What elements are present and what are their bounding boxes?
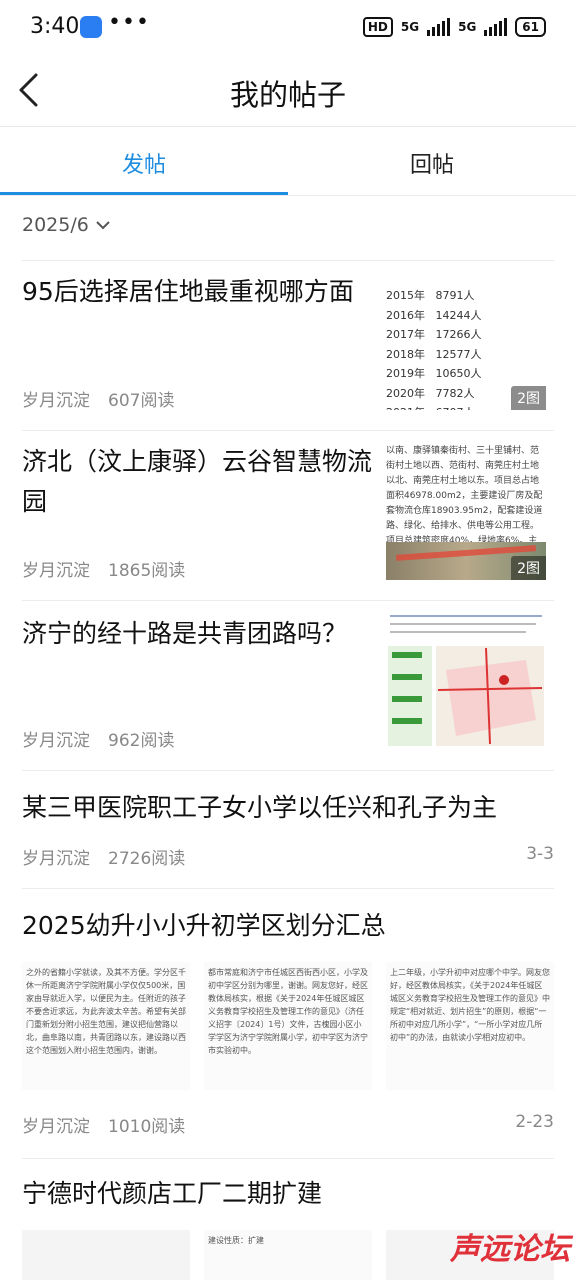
thumbnail-stat-row: 2019年 10650人 [386, 367, 482, 380]
divider [22, 430, 554, 431]
divider [22, 770, 554, 771]
status-time: 3:40 [30, 14, 80, 39]
post-meta: 岁月沉淀 1010阅读 [22, 1112, 185, 1137]
tab-replies[interactable]: 回帖 [288, 147, 576, 179]
post-author: 岁月沉淀 [22, 391, 90, 411]
signal-icon [427, 18, 451, 36]
divider [22, 1158, 554, 1159]
post-reads: 607阅读 [108, 391, 175, 411]
post-reads: 1010阅读 [108, 1117, 186, 1137]
thumbnail-stat-row: 2016年 14244人 [386, 308, 482, 322]
post-title: 某三甲医院职工子女小学以任兴和孔子为主 [22, 793, 498, 822]
battery-icon: 61 [515, 17, 546, 37]
thumbnail-text: 建设性质：扩建 [208, 1236, 264, 1245]
thumbnail-stat-row: 2020年 7782人 [386, 386, 475, 400]
image-count-badge: 2图 [511, 386, 546, 410]
divider [22, 888, 554, 889]
post-author: 岁月沉淀 [22, 561, 90, 581]
post-meta: 岁月沉淀 1865阅读 [22, 556, 185, 581]
post-author: 岁月沉淀 [22, 1117, 90, 1137]
thumbnail-stat-row: 2017年 17266人 [386, 328, 482, 341]
thumbnail-stat-row: 2021年 6707人 [386, 403, 481, 410]
status-bar: 3:40 ••• HD 5G 5G 61 [0, 0, 576, 56]
tab-posts[interactable]: 发帖 [0, 147, 288, 179]
post-title: 济宁的经十路是共青团路吗？ [22, 619, 348, 648]
network-5g-label-2: 5G [458, 20, 477, 34]
post-thumbnail: 以南、康驿镇秦街村、三十里铺村、范街村土地以西、范街村、南莞庄村土地以北、南莞庄… [386, 440, 546, 580]
post-meta: 岁月沉淀 2726阅读 [22, 844, 185, 869]
hd-icon: HD [362, 17, 393, 37]
post-title: 95后选择居住地最重视哪方面 [22, 277, 354, 306]
district-map-image [386, 610, 546, 746]
post-thumbnail: 2015年 8791人 2016年 14244人 2017年 17266人 2018年… [386, 270, 546, 410]
post-author: 岁月沉淀 [22, 731, 90, 751]
signal-icon-2 [484, 18, 508, 36]
post-reads: 2726阅读 [108, 849, 186, 869]
thumbnail-text: 上二年级，小学升初中对应哪个中学。网友您好，经区教体局核实，《关于2024年任城… [390, 968, 550, 1042]
post-title: 宁德时代颜店工厂二期扩建 [22, 1179, 323, 1208]
tab-bar: 发帖 回帖 [0, 127, 576, 195]
thumbnail-text: 都市常庭和济宁市任城区西街西小区，小学及初中学区分别为哪里，谢谢。网友您好，经区… [208, 968, 368, 1055]
divider [22, 600, 554, 601]
post-thumbnail: 上二年级，小学升初中对应哪个中学。网友您好，经区教体局核实，《关于2024年任城… [386, 962, 554, 1090]
post-thumbnail [22, 1230, 190, 1280]
nav-bar: 我的帖子 [0, 56, 576, 127]
image-count-badge: 2图 [511, 556, 546, 580]
thumbnail-text: 之外的省籍小学就读，及其不方便。学分区千休一所距离济宁学院附属小学仅仅500米，… [26, 968, 186, 1055]
month-filter[interactable]: 2025/6 [22, 214, 111, 236]
post-author: 岁月沉淀 [22, 849, 90, 869]
app-notification-icon [80, 16, 102, 38]
post-meta: 岁月沉淀 962阅读 [22, 726, 174, 751]
month-filter-label: 2025/6 [22, 214, 89, 236]
post-reads: 962阅读 [108, 731, 175, 751]
divider [22, 260, 554, 261]
forum-watermark-logo: 声远论坛 [450, 1232, 570, 1267]
post-thumbnail: 建设性质：扩建 [204, 1230, 372, 1280]
post-thumbnail: 之外的省籍小学就读，及其不方便。学分区千休一所距离济宁学院附属小学仅仅500米，… [22, 962, 190, 1090]
post-title: 2025幼升小小升初学区划分汇总 [22, 911, 386, 940]
post-meta: 岁月沉淀 607阅读 [22, 386, 174, 411]
more-notifications-icon: ••• [108, 10, 150, 35]
network-5g-label: 5G [400, 20, 420, 34]
post-thumbnail [386, 610, 546, 750]
thumbnail-stats: 2015年 8791人 2016年 14244人 2017年 17266人 2018年… [386, 286, 481, 410]
thumbnail-stat-row: 2015年 8791人 [386, 289, 475, 302]
post-page-count: 2-23 [515, 1112, 554, 1132]
chevron-down-icon [96, 221, 110, 230]
thumbnail-stat-row: 2018年 12577人 [386, 347, 482, 361]
status-indicators: HD 5G 5G 61 [362, 17, 546, 37]
post-reads: 1865阅读 [108, 561, 186, 581]
post-thumbnail: 都市常庭和济宁市任城区西街西小区，小学及初中学区分别为哪里，谢谢。网友您好，经区… [204, 962, 372, 1090]
post-title: 济北（汶上康驿）云谷智慧物流园 [22, 447, 373, 516]
divider [0, 195, 576, 196]
page-title: 我的帖子 [229, 78, 346, 112]
post-page-count: 3-3 [526, 844, 554, 864]
